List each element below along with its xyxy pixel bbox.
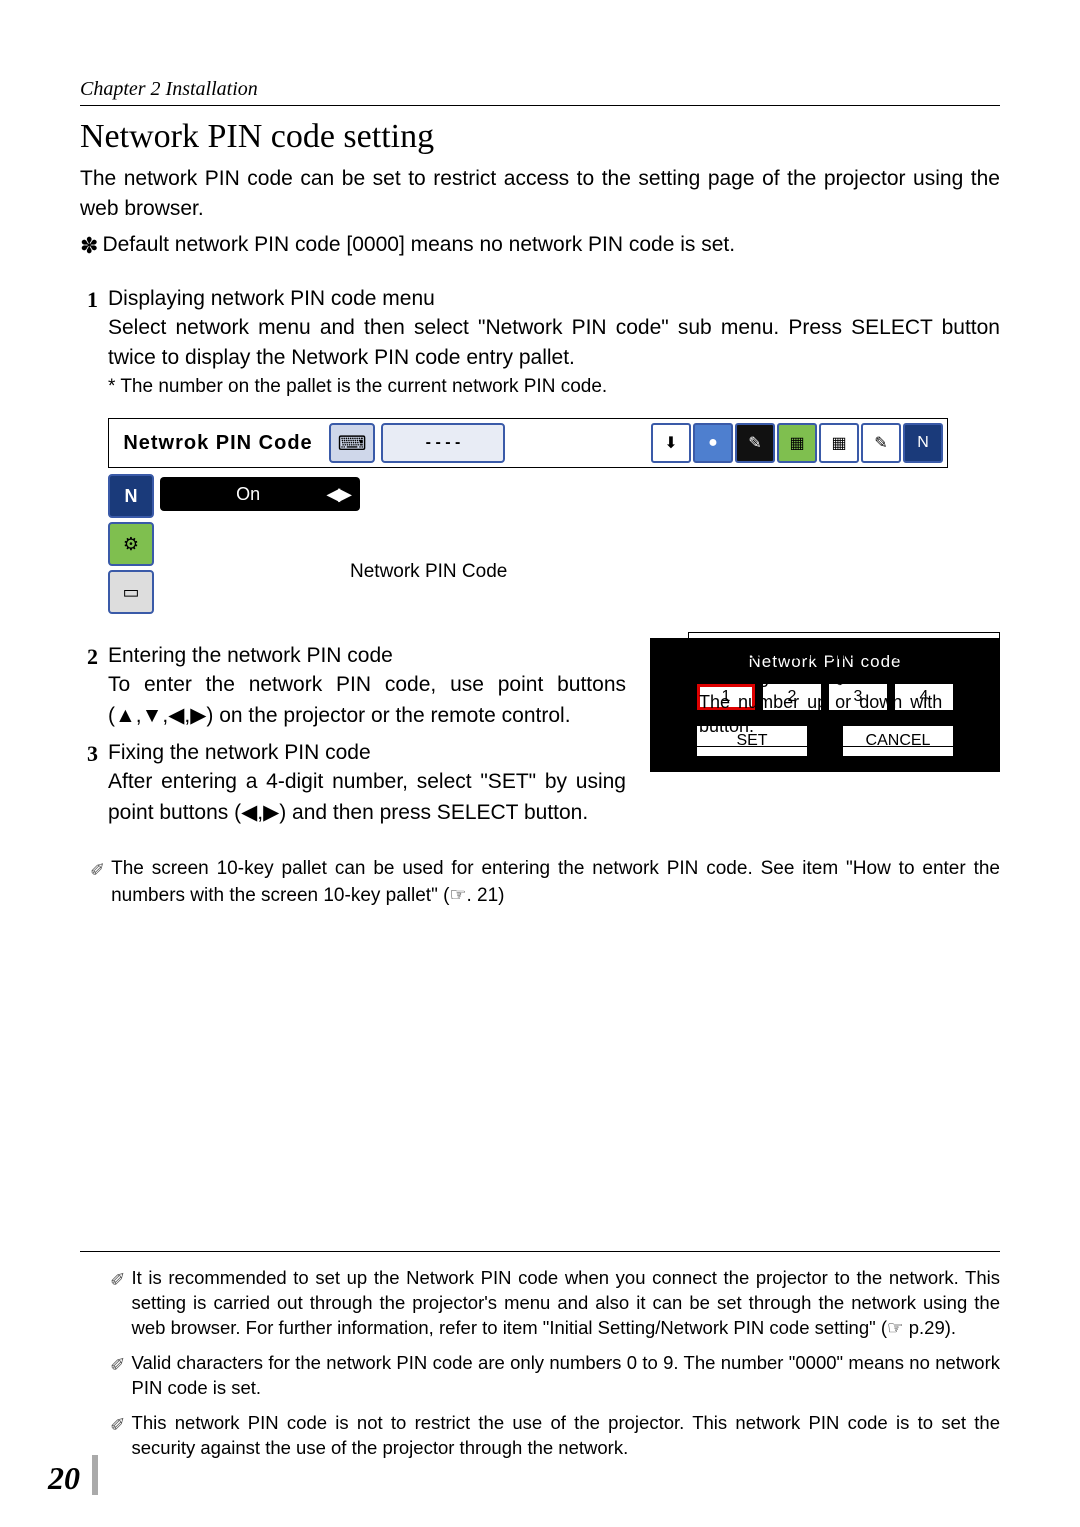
page-number: 20 [48, 1460, 80, 1497]
footer-rule [80, 1251, 1000, 1252]
step-2: 2 Entering the network PIN code [80, 644, 626, 670]
menubar: Netwrok PIN Code ⌨ - - - - ⬇ ● ✎ ▦ ▦ ✎ N [108, 418, 948, 468]
step-3-number: 3 [80, 741, 98, 767]
icon-2: ● [693, 423, 733, 463]
step-3: 3 Fixing the network PIN code [80, 741, 626, 767]
page-number-bar [92, 1455, 98, 1495]
side-icons: N ⚙ ▭ [108, 474, 154, 614]
icon-strip: ⬇ ● ✎ ▦ ▦ ✎ N [651, 423, 943, 463]
step-1-number: 1 [80, 287, 98, 313]
icon-1: ⬇ [651, 423, 691, 463]
icon-4: ▦ [777, 423, 817, 463]
pencil-icon: ✐ [90, 858, 105, 909]
icon-6: ✎ [861, 423, 901, 463]
icon-n: N [903, 423, 943, 463]
step-3-title: Fixing the network PIN code [108, 741, 371, 767]
step-1-subnote: * The number on the pallet is the curren… [108, 374, 1000, 401]
footnote-1-text: It is recommended to set up the Network … [132, 1266, 1000, 1341]
pencil-icon: ✐ [110, 1268, 126, 1341]
on-label: On [170, 484, 326, 505]
chapter-label: Chapter 2 Installation [80, 78, 1000, 101]
step-1-title: Displaying network PIN code menu [108, 287, 435, 313]
step-1-body: Select network menu and then select "Net… [108, 313, 1000, 374]
menubar-label: Netwrok PIN Code [113, 432, 323, 455]
side-menu: N ⚙ ▭ On ◀▶ Network PIN Code [108, 474, 948, 614]
step-2-title: Entering the network PIN code [108, 644, 393, 670]
snowflake-icon: ✽ [80, 233, 98, 259]
footnote-2-text: Valid characters for the network PIN cod… [132, 1351, 1000, 1401]
note-10key: ✐ The screen 10-key pallet can be used f… [90, 856, 1000, 909]
pencil-icon: ✐ [110, 1413, 126, 1461]
icon-5: ▦ [819, 423, 859, 463]
pin-caption: Network PIN Code [350, 561, 507, 583]
footnote-1: ✐ It is recommended to set up the Networ… [110, 1266, 1000, 1341]
intro-text: The network PIN code can be set to restr… [80, 164, 1000, 225]
side-icon-green: ⚙ [108, 522, 154, 566]
info-box: The red frame moves sequentially left or… [688, 632, 1000, 747]
page: Chapter 2 Installation Network PIN code … [0, 0, 1080, 1527]
step-3-body: After entering a 4-digit number, select … [108, 767, 626, 828]
footnote-2: ✐ Valid characters for the network PIN c… [110, 1351, 1000, 1401]
pin-dashes: - - - - [381, 423, 505, 463]
info-line1: The red frame moves sequentially left or… [699, 641, 989, 690]
footer-block: ✐ It is recommended to set up the Networ… [80, 1251, 1000, 1471]
footnote-3-text: This network PIN code is not to restrict… [132, 1411, 1000, 1461]
left-right-icon: ◀▶ [326, 484, 350, 505]
side-icon-n: N [108, 474, 154, 518]
side-icon-card: ▭ [108, 570, 154, 614]
menu-screenshot: Netwrok PIN Code ⌨ - - - - ⬇ ● ✎ ▦ ▦ ✎ N… [108, 418, 948, 614]
header-rule [80, 105, 1000, 106]
icon-3: ✎ [735, 423, 775, 463]
page-title: Network PIN code setting [80, 118, 1000, 156]
note-10key-text: The screen 10-key pallet can be used for… [111, 856, 1000, 909]
step-2-number: 2 [80, 644, 98, 670]
on-row: On ◀▶ [160, 477, 360, 511]
info-line2: The number up or down with ▼▲ button. [699, 690, 989, 739]
step-2-body: To enter the network PIN code, use point… [108, 670, 626, 731]
default-note-text: Default network PIN code [0000] means no… [102, 233, 735, 259]
default-note: ✽ Default network PIN code [0000] means … [80, 233, 1000, 259]
footnote-3: ✐ This network PIN code is not to restri… [110, 1411, 1000, 1461]
pencil-icon: ✐ [110, 1353, 126, 1401]
pin-pad-icon: ⌨ [329, 423, 375, 463]
step-1: 1 Displaying network PIN code menu [80, 287, 1000, 313]
